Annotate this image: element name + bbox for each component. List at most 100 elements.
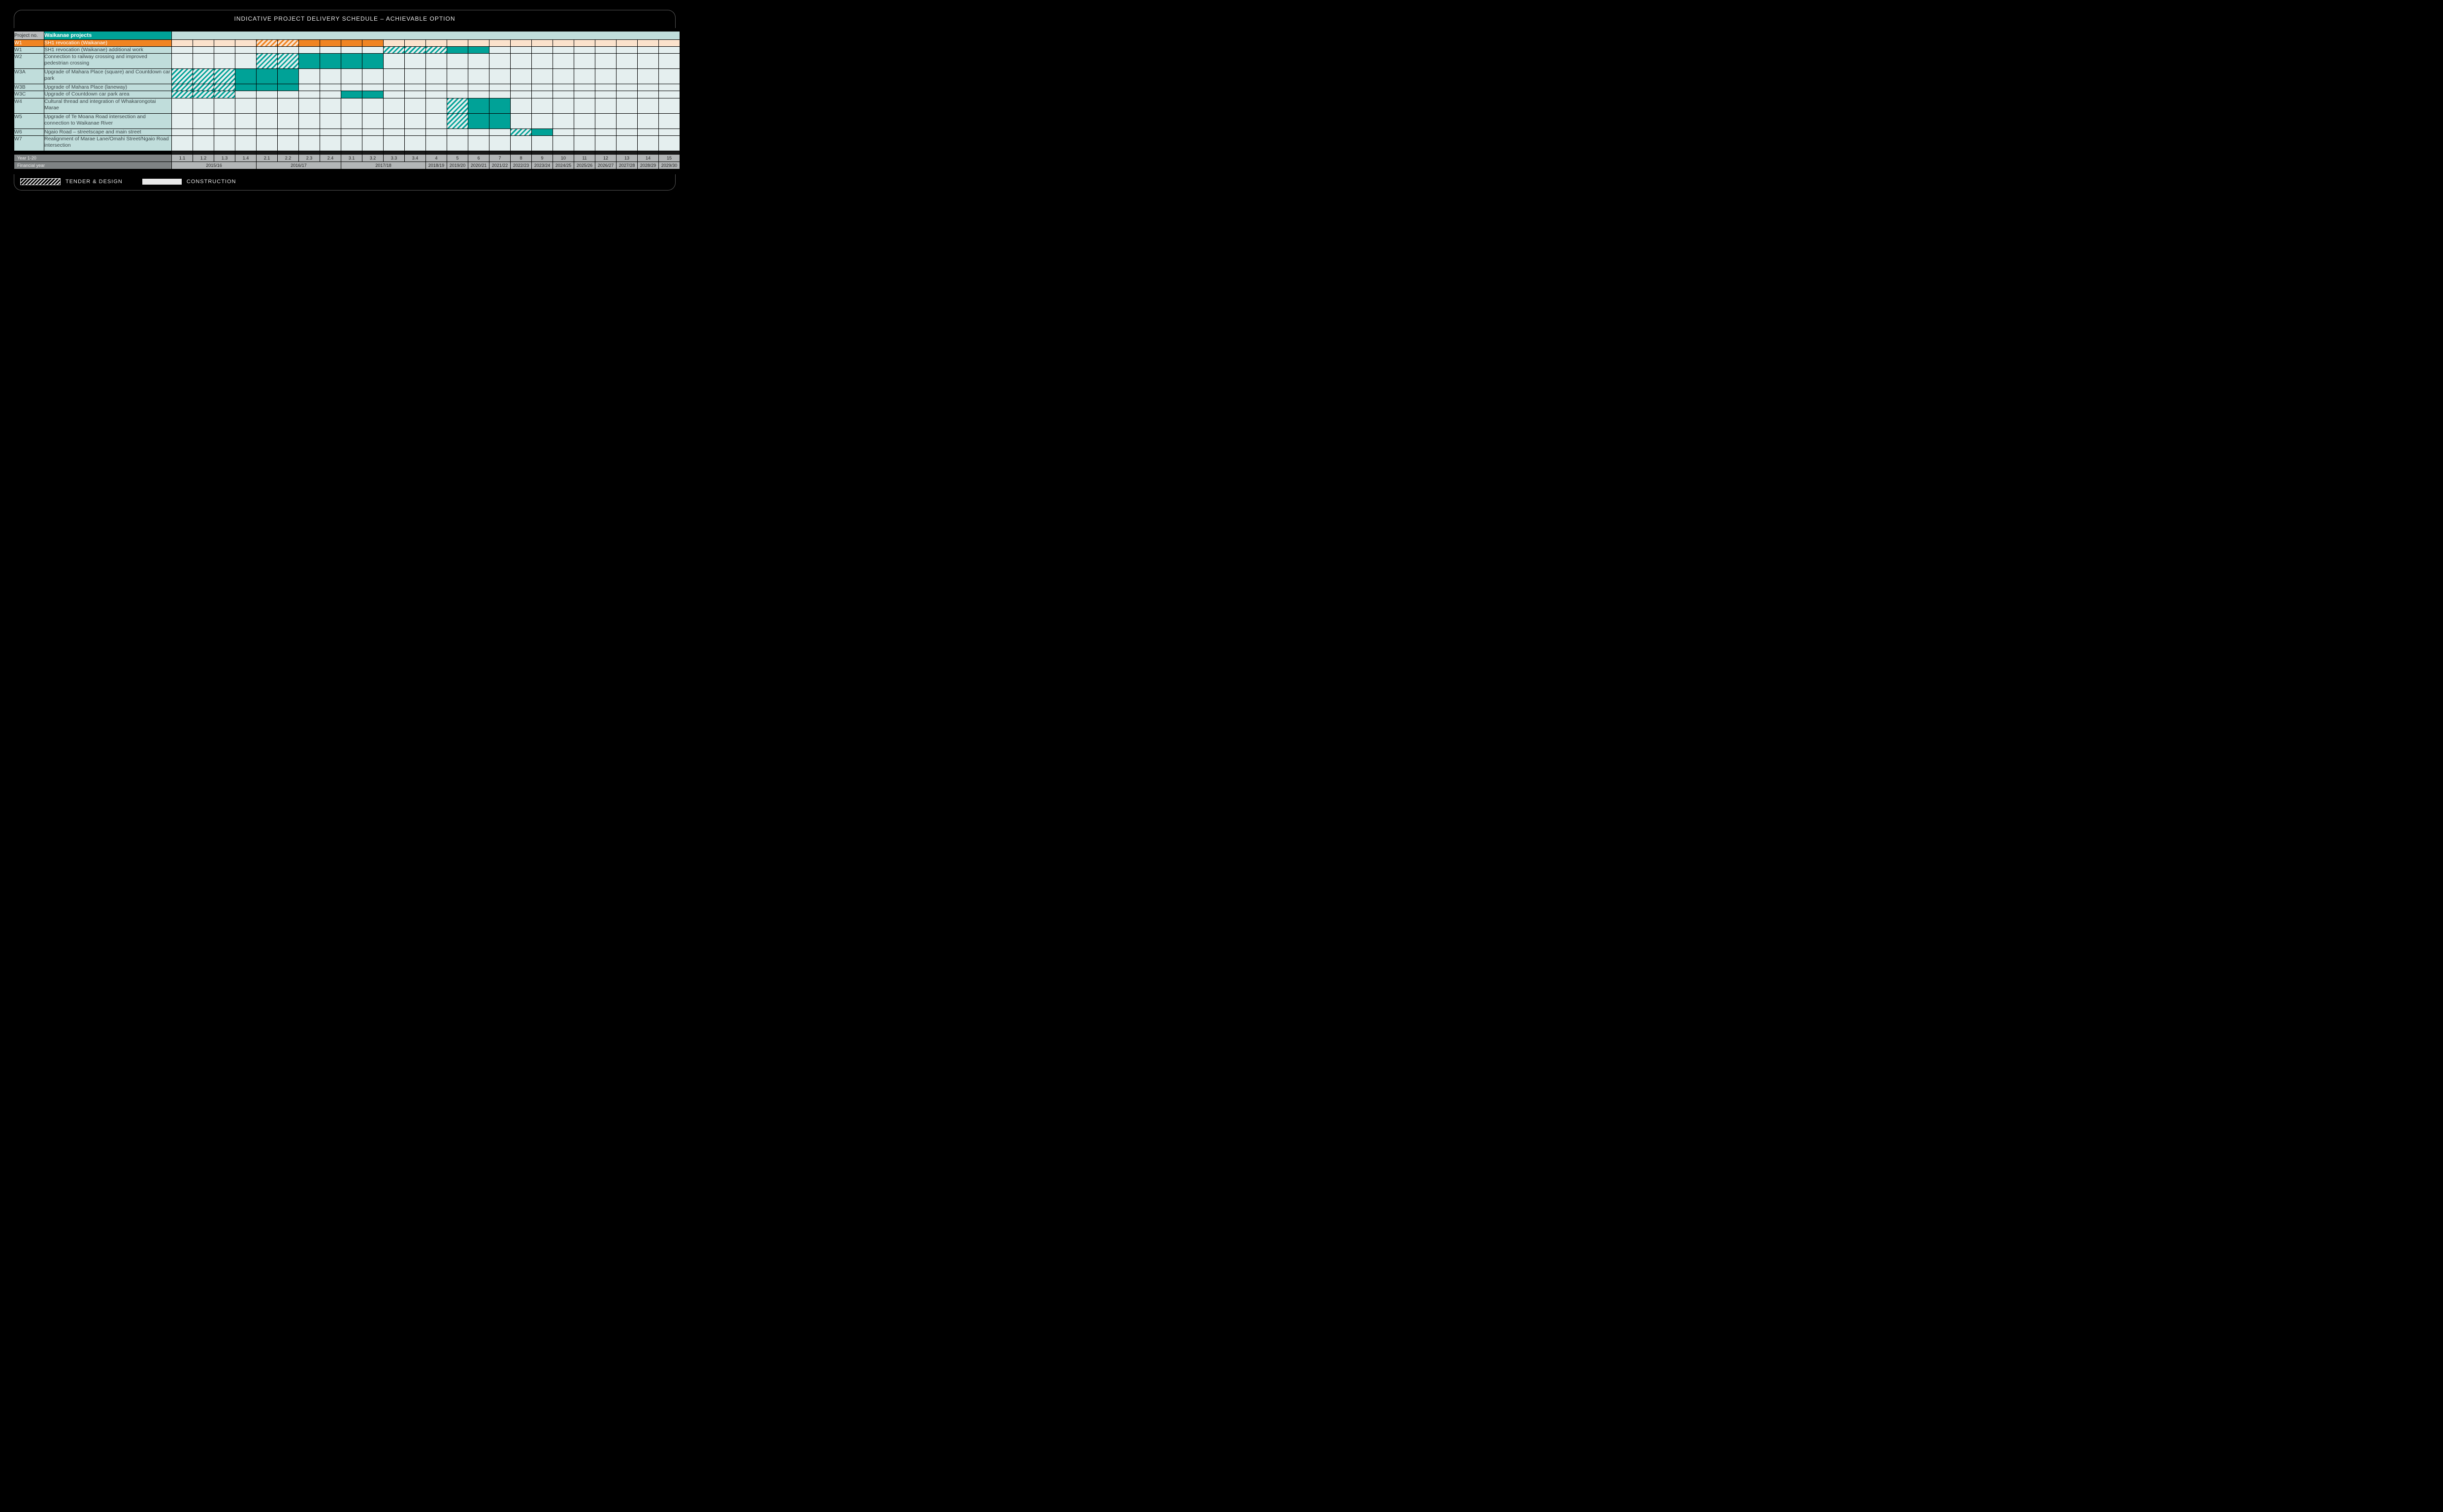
axis-financial-cell: 2019/20	[447, 162, 468, 169]
gantt-cell	[384, 84, 404, 91]
project-name: Realignment of Marae Lane/Omahi Street/N…	[44, 136, 171, 151]
gantt-bar-construction	[278, 69, 298, 84]
gantt-cell	[553, 84, 574, 91]
gantt-bar-construction	[362, 54, 383, 68]
gantt-cell	[405, 98, 425, 113]
axis-year-cell: 1.4	[235, 155, 256, 161]
axis-financial-cell: 2017/18	[341, 162, 425, 169]
gantt-cell	[299, 129, 320, 135]
gantt-row: W3BUpgrade of Mahara Place (laneway)	[14, 84, 680, 91]
gantt-cell	[447, 69, 468, 84]
gantt-cell	[341, 114, 362, 129]
axis-year-cell: 2.1	[257, 155, 277, 161]
gantt-cell	[553, 129, 574, 135]
gantt-cell	[638, 69, 658, 84]
gantt-cell	[553, 114, 574, 129]
project-name: Upgrade of Countdown car park area	[44, 91, 171, 97]
gantt-cell	[320, 136, 341, 151]
gantt-cell	[638, 114, 658, 129]
project-no: W6	[14, 129, 44, 135]
gantt-cell	[574, 69, 595, 84]
axis-year-cell: 3.1	[341, 155, 362, 161]
gantt-bar-tender	[193, 69, 214, 84]
project-no: W3C	[14, 91, 44, 97]
gantt-cell	[405, 136, 425, 151]
gantt-cell	[405, 129, 425, 135]
project-name: Upgrade of Mahara Place (square) and Cou…	[44, 69, 171, 84]
project-name: Upgrade of Te Moana Road intersection an…	[44, 114, 171, 129]
gantt-cell	[574, 84, 595, 91]
gantt-cell	[489, 91, 510, 97]
axis-financial-label: Financial year	[14, 162, 171, 169]
gantt-cell	[341, 69, 362, 84]
gantt-cell	[193, 40, 214, 46]
gantt-cell	[511, 98, 531, 113]
gantt-cell	[214, 98, 235, 113]
gantt-row: W7Realignment of Marae Lane/Omahi Street…	[14, 136, 680, 151]
gantt-cell	[384, 40, 404, 46]
gantt-cell	[617, 98, 637, 113]
gantt-cell	[532, 40, 553, 46]
gantt-bar-construction	[341, 40, 362, 46]
gantt-cell	[489, 84, 510, 91]
axis-year-cell: 2.4	[320, 155, 341, 161]
gantt-cell	[299, 84, 320, 91]
gantt-cell	[532, 84, 553, 91]
gantt-cell	[278, 47, 298, 53]
gantt-cell	[447, 40, 468, 46]
gantt-cell	[405, 114, 425, 129]
gantt-cell	[489, 40, 510, 46]
gantt-cell	[362, 47, 383, 53]
legend-label-construction: CONSTRUCTION	[187, 179, 236, 185]
gantt-cell	[468, 40, 489, 46]
axis-year-cell: 5	[447, 155, 468, 161]
gantt-bar-construction	[468, 114, 489, 129]
gantt-cell	[257, 98, 277, 113]
legend: TENDER & DESIGN CONSTRUCTION	[14, 174, 676, 191]
gantt-cell	[384, 129, 404, 135]
gantt-cell	[659, 40, 680, 46]
gantt-bar-construction	[341, 91, 362, 97]
gantt-bar-tender	[193, 91, 214, 97]
gantt-cell	[468, 54, 489, 68]
project-no: W4	[14, 98, 44, 113]
gantt-cell	[341, 47, 362, 53]
axis-financial-cell: 2024/25	[553, 162, 574, 169]
gantt-bar-tender	[384, 47, 404, 53]
gantt-cell	[511, 114, 531, 129]
legend-label-tender: TENDER & DESIGN	[65, 179, 123, 185]
gantt-cell	[299, 114, 320, 129]
gantt-cell	[553, 47, 574, 53]
axis-financial-cell: 2029/30	[659, 162, 680, 169]
gantt-cell	[511, 84, 531, 91]
gantt-bar-tender	[447, 114, 468, 129]
gantt-cell	[617, 84, 637, 91]
gantt-cell	[617, 136, 637, 151]
gantt-cell	[659, 69, 680, 84]
gantt-cell	[384, 54, 404, 68]
gantt-cell	[595, 84, 616, 91]
gantt-bar-tender	[426, 47, 447, 53]
gantt-cell	[235, 54, 256, 68]
gantt-cell	[405, 40, 425, 46]
gantt-cell	[320, 98, 341, 113]
gantt-cell	[447, 136, 468, 151]
gantt-cell	[468, 136, 489, 151]
gantt-cell	[235, 114, 256, 129]
axis-year-cell: 3.4	[405, 155, 425, 161]
title-frame: INDICATIVE PROJECT DELIVERY SCHEDULE – A…	[14, 10, 676, 28]
project-name: Cultural thread and integration of Whaka…	[44, 98, 171, 113]
gantt-cell	[659, 47, 680, 53]
project-name: Ngaio Road – streetscape and main street	[44, 129, 171, 135]
gantt-cell	[617, 91, 637, 97]
gantt-cell	[489, 129, 510, 135]
gantt-cell	[214, 114, 235, 129]
gantt-cell	[235, 98, 256, 113]
gantt-cell	[553, 40, 574, 46]
gantt-cell	[257, 136, 277, 151]
gantt-cell	[468, 69, 489, 84]
axis-year-cell: 7	[489, 155, 510, 161]
project-name: SH1 revocation (Waikanae) additional wor…	[44, 47, 171, 53]
gantt-cell	[320, 114, 341, 129]
gantt-cell	[214, 136, 235, 151]
